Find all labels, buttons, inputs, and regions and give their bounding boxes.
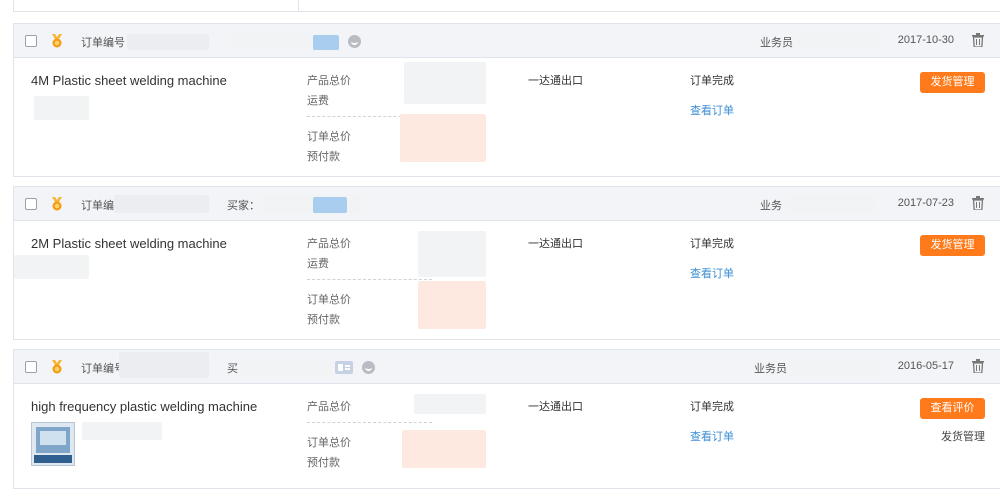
redacted-total-values: [418, 281, 486, 329]
gold-supplier-icon: [52, 34, 62, 48]
redacted-product-detail: [82, 422, 162, 440]
redacted-salesperson: [786, 195, 876, 213]
redacted-salesperson: [796, 34, 878, 50]
order-total-label: 订单总价: [307, 437, 351, 449]
view-review-button[interactable]: 查看评价: [920, 398, 985, 419]
redacted-buyer-badge: [313, 35, 339, 50]
shipping-method: 一达通出口: [528, 75, 583, 87]
trash-icon[interactable]: [972, 33, 984, 47]
freight-label: 运费: [307, 258, 329, 270]
chat-icon[interactable]: [348, 35, 361, 48]
product-name[interactable]: high frequency plastic welding machine: [31, 399, 257, 414]
order-status: 订单完成: [690, 238, 734, 250]
thumbnail-panel: [40, 431, 66, 445]
order-card: 订单编号 业务员 2017-10-30 4M Plastic sheet wel…: [13, 23, 1000, 177]
redacted-product-detail: [34, 96, 89, 120]
order-select-checkbox[interactable]: [25, 198, 37, 210]
redacted-price-values: [418, 231, 486, 277]
shipping-method: 一达通出口: [528, 401, 583, 413]
product-thumbnail[interactable]: [31, 422, 75, 466]
order-date: 2017-10-30: [897, 34, 954, 46]
order-total-label: 订单总价: [307, 131, 351, 143]
redacted-price-values: [414, 394, 486, 414]
order-date: 2017-07-23: [897, 197, 954, 209]
product-name[interactable]: 4M Plastic sheet welding machine: [31, 73, 227, 88]
order-card: 订单编 买家： 业务 2017-07-23 2M Plastic sheet w…: [13, 186, 1000, 340]
redacted-order-number: [119, 352, 209, 378]
salesperson-label: 业务员: [754, 363, 787, 375]
redacted-buyer-badge: [313, 197, 347, 213]
order-card: 订单编号 买 业务员 2016-05-17 high frequency pla…: [13, 349, 1000, 489]
shipping-management-button[interactable]: 发货管理: [920, 72, 985, 93]
order-header: 订单编号 买 业务员 2016-05-17: [14, 350, 1000, 384]
order-status: 订单完成: [690, 75, 734, 87]
column-divider: [298, 0, 299, 11]
previous-order-bottom: [13, 0, 1000, 12]
shipping-method: 一达通出口: [528, 238, 583, 250]
id-card-icon[interactable]: [335, 361, 353, 374]
thumbnail-base: [34, 455, 72, 463]
freight-label: 运费: [307, 95, 329, 107]
price-divider: [307, 279, 432, 280]
product-total-label: 产品总价: [307, 401, 351, 413]
order-header: 订单编 买家： 业务 2017-07-23: [14, 187, 1000, 221]
salesperson-label: 业务员: [760, 37, 793, 49]
salesperson-label: 业务: [760, 200, 782, 212]
order-status: 订单完成: [690, 401, 734, 413]
shipping-management-button[interactable]: 发货管理: [920, 235, 985, 256]
redacted-price-values: [404, 62, 486, 104]
view-order-link[interactable]: 查看订单: [690, 102, 734, 118]
chat-icon[interactable]: [362, 361, 375, 374]
order-date: 2016-05-17: [897, 360, 954, 372]
order-number-label: 订单编号: [81, 37, 125, 49]
buyer-label: 买: [227, 363, 238, 375]
trash-icon[interactable]: [972, 196, 984, 210]
redacted-product-detail: [14, 255, 89, 279]
gold-supplier-icon: [52, 360, 62, 374]
prepay-label: 预付款: [307, 314, 340, 326]
buyer-label: 买家：: [227, 200, 260, 212]
product-total-label: 产品总价: [307, 75, 351, 87]
prepay-label: 预付款: [307, 151, 340, 163]
redacted-buyer: [230, 34, 310, 50]
redacted-total-values: [402, 430, 486, 468]
redacted-total-values: [400, 114, 486, 162]
redacted-buyer: [242, 358, 332, 378]
shipping-management-link[interactable]: 发货管理: [941, 428, 985, 444]
prepay-label: 预付款: [307, 457, 340, 469]
redacted-order-number: [127, 34, 209, 50]
redacted-salesperson: [790, 358, 878, 378]
order-select-checkbox[interactable]: [25, 35, 37, 47]
product-total-label: 产品总价: [307, 238, 351, 250]
view-order-link[interactable]: 查看订单: [690, 428, 734, 444]
order-header: 订单编号 业务员 2017-10-30: [14, 24, 1000, 58]
price-divider: [307, 422, 432, 423]
redacted-buyer: [262, 195, 362, 213]
trash-icon[interactable]: [972, 359, 984, 373]
view-order-link[interactable]: 查看订单: [690, 265, 734, 281]
product-name[interactable]: 2M Plastic sheet welding machine: [31, 236, 227, 251]
redacted-order-number: [114, 195, 209, 213]
gold-supplier-icon: [52, 197, 62, 211]
order-total-label: 订单总价: [307, 294, 351, 306]
order-number-label: 订单编: [81, 200, 114, 212]
order-select-checkbox[interactable]: [25, 361, 37, 373]
